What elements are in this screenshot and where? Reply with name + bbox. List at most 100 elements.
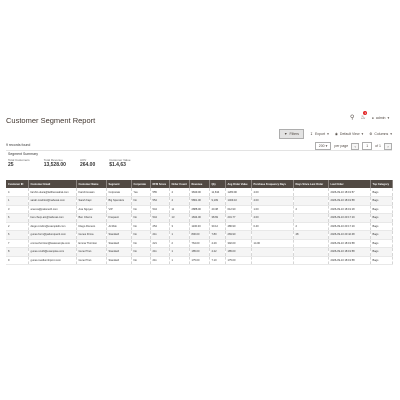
chevron-down-icon: ▾	[327, 132, 329, 136]
table-cell: 1	[169, 230, 190, 240]
table-row[interactable]: 6 gunes.form@paliumquerit.com Gunes Firma S…	[6, 230, 393, 240]
table-cell: 5861.00	[189, 196, 210, 206]
table-cell: Bags	[370, 188, 393, 197]
table-cell: No	[131, 247, 151, 257]
table-cell: No	[131, 196, 151, 206]
stat-customer-value: Customer Value $1.4,63	[109, 158, 130, 168]
grid-actions: ▼ Filters ↧ Export ▾ ◉ Default View ▾ ⚙ …	[279, 129, 392, 139]
notifications-button[interactable]: ♨ 1	[360, 111, 368, 121]
column-header[interactable]: Avg Order Value	[225, 180, 252, 188]
table-cell: Bags	[370, 222, 393, 231]
search-icon[interactable]: ⚲	[350, 115, 354, 121]
column-header[interactable]: Order Count	[169, 180, 190, 188]
table-cell: 544	[150, 205, 170, 214]
notification-badge: 1	[363, 111, 368, 115]
table-cell	[293, 196, 329, 206]
table-cell: 221	[150, 239, 170, 248]
stat-value: $1.4,63	[109, 162, 126, 168]
per-page-label: per page	[334, 144, 349, 148]
table-cell: 9	[6, 256, 29, 265]
table-cell: 486.90	[225, 222, 252, 231]
download-icon: ↧	[310, 132, 313, 136]
table-cell: 554	[150, 196, 170, 206]
table-row[interactable]: 8 gunes.ncutft@examplee.com Gunel Tran Stan…	[6, 247, 393, 257]
table-cell	[251, 256, 294, 265]
table-cell: 800.00	[189, 230, 210, 240]
summary-title: Segment Summary	[8, 152, 38, 156]
table-row[interactable]: 7 emma.thornton@lastexample.com Emma Thorn…	[6, 239, 393, 248]
table-cell: ana.ica@palometh.com	[28, 205, 77, 214]
column-header[interactable]: Customer Email	[28, 180, 77, 188]
table-row[interactable]: 9 gunes.roedlunnhpcmi.com Gunel Tran Standa…	[6, 256, 393, 265]
table-cell: 7.80	[209, 230, 226, 240]
columns-button[interactable]: ⚙ Columns ▾	[369, 132, 392, 136]
column-header[interactable]: Customer ID	[6, 180, 29, 188]
table-cell: 4	[169, 196, 190, 206]
table-cell: 2	[293, 205, 329, 214]
filters-button[interactable]: ▼ Filters	[279, 129, 305, 139]
table-cell: 7.10	[209, 256, 226, 265]
table-cell: No	[131, 256, 151, 265]
table-cell: 1	[169, 247, 190, 257]
table-cell	[293, 256, 329, 265]
prev-page-button[interactable]: ‹	[351, 142, 360, 150]
stat-total-revenue: Total Revenue 13,528.00	[44, 158, 66, 168]
table-cell: 392.00	[225, 239, 252, 248]
column-header[interactable]: Purchase Frequency Days	[251, 180, 294, 188]
export-button[interactable]: ↧ Export ▾	[310, 132, 329, 136]
column-header[interactable]: Customer Name	[76, 180, 107, 188]
table-cell: Frequent	[106, 213, 132, 223]
export-label: Export	[314, 132, 326, 136]
table-cell: 8	[6, 247, 29, 257]
divider	[6, 150, 392, 151]
per-page-value: 200	[318, 144, 325, 148]
table-cell: 764.00	[189, 239, 210, 248]
table-row[interactable]: 2 diego.rondim@examplelit.com Diego Romero…	[6, 222, 393, 231]
table-cell: diego.rondim@examplelit.com	[28, 222, 77, 231]
pager: 200 ▾ per page ‹ 1 of 1 ›	[314, 142, 392, 150]
column-header[interactable]: Corporate	[131, 180, 151, 188]
column-header[interactable]: Revenue	[189, 180, 210, 188]
table-cell: No	[131, 205, 151, 214]
per-page-select[interactable]: 200 ▾	[314, 142, 332, 150]
table-cell: Big Spenders	[106, 196, 132, 206]
table-cell: 40.38	[209, 205, 226, 214]
table-cell: 1	[6, 196, 29, 206]
table-row[interactable]: 3 ana.ica@palometh.com Ana Nguyen VIP No 544 1…	[6, 205, 393, 214]
table-cell: No	[131, 222, 151, 231]
table-cell: 555	[150, 188, 170, 197]
column-header[interactable]: Qty	[209, 180, 226, 188]
chevron-down-icon: ▾	[325, 144, 328, 148]
records-found: 9 records found	[6, 143, 31, 147]
table-cell	[251, 247, 294, 257]
table-row[interactable]: 4 farshin.uluca@twilheresahal.com Farshi H…	[6, 188, 393, 197]
page-input[interactable]: 1	[362, 142, 373, 150]
table-cell: 9,109	[209, 196, 226, 206]
table-cell: No	[131, 230, 151, 240]
table-row[interactable]: 6 ben.cherp.ain@nahexat.com Ben Cherns Freq…	[6, 213, 393, 223]
table-cell: Diego Romero	[76, 222, 107, 231]
column-header[interactable]: Top Category	[370, 180, 393, 188]
table-cell: 254	[150, 222, 170, 231]
table-cell: 2	[169, 239, 190, 248]
column-header[interactable]: Days Since Last Order	[293, 180, 329, 188]
table-cell: 14.00	[251, 239, 294, 248]
table-cell: No	[131, 239, 151, 248]
column-header[interactable]: Segment	[106, 180, 132, 188]
user-menu[interactable]: ● admin ▾	[372, 116, 389, 120]
table-cell: VIP	[106, 205, 132, 214]
stat-aov: AOV 264.00	[80, 158, 95, 168]
table-cell: Ana Nguyen	[76, 205, 107, 214]
stat-value: 264.00	[79, 162, 96, 168]
table-cell: 544	[150, 213, 170, 223]
default-view-button[interactable]: ◉ Default View ▾	[335, 132, 363, 136]
column-header[interactable]: Last Order	[328, 180, 371, 188]
table-cell: ben.cherp.ain@nahexat.com	[28, 213, 77, 223]
next-page-button[interactable]: ›	[384, 142, 392, 150]
table-header-row: Customer ID Customer Email Customer Name Se…	[6, 180, 393, 188]
table-cell: 2026-09-10 18:19:57	[328, 188, 371, 197]
column-header[interactable]: RFM Score	[150, 180, 170, 188]
table-cell: 3849.00	[189, 188, 210, 197]
chevron-down-icon: ▾	[390, 132, 392, 136]
table-row[interactable]: 1 sarah.nowhirel@nahexat.com Sarah Kapi Big…	[6, 196, 393, 206]
